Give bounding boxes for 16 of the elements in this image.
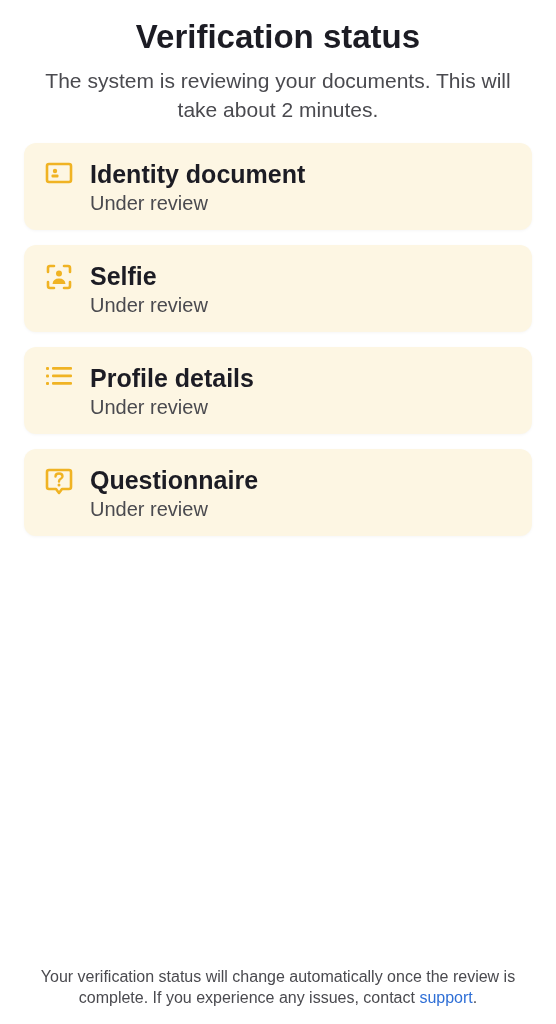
item-status: Under review (90, 192, 209, 215)
item-title: Questionnaire (90, 465, 259, 496)
person-frame-icon (46, 264, 72, 290)
item-status: Under review (90, 396, 209, 419)
list-icon (46, 366, 72, 386)
id-card-icon (45, 162, 73, 184)
item-title: Profile details (90, 363, 254, 394)
question-bubble-icon (45, 468, 73, 496)
item-title: Identity document (90, 159, 306, 190)
subtitle: The system is reviewing your documents. This will take about 2 minutes. (44, 68, 512, 123)
item-title: Selfie (90, 261, 158, 292)
support-link[interactable]: support (419, 989, 473, 1006)
footer-note: Your verification status will change automatically once the review is complete. If you experience any issues, contact support. (39, 967, 517, 1008)
item-status: Under review (90, 498, 209, 521)
item-status: Under review (90, 294, 208, 317)
page-title: Verification status (134, 18, 422, 56)
